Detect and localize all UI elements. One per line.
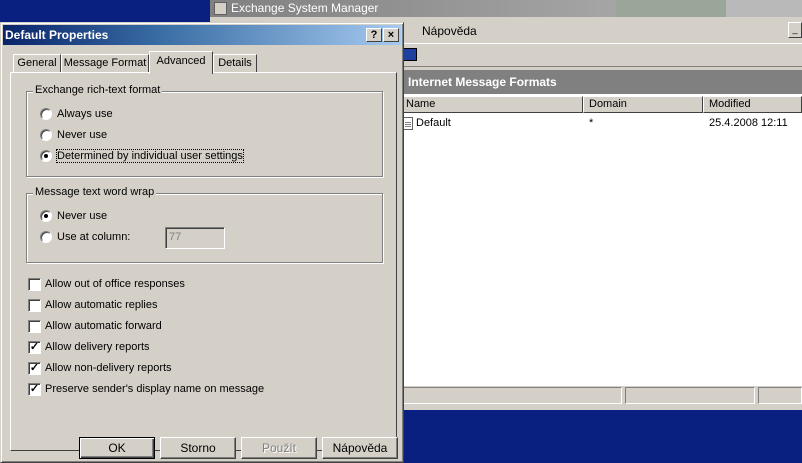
radio-label: Never use <box>57 210 108 222</box>
esm-app-icon <box>214 2 227 15</box>
checkbox-delivery-reports[interactable]: ✓ Allow delivery reports <box>28 340 288 356</box>
radio-button[interactable] <box>40 150 52 162</box>
close-button[interactable]: × <box>383 28 399 42</box>
radio-button[interactable] <box>40 108 52 120</box>
tab-details[interactable]: Details <box>213 54 257 72</box>
checkbox-non-delivery-reports[interactable]: ✓ Allow non-delivery reports <box>28 361 288 377</box>
document-icon <box>403 117 413 130</box>
checkbox[interactable] <box>28 299 41 312</box>
dialog-title: Default Properties <box>5 28 109 42</box>
radio-always-use[interactable]: Always use <box>40 107 240 123</box>
checkbox-label: Allow non-delivery reports <box>45 362 172 374</box>
cancel-button[interactable]: Storno <box>160 437 236 459</box>
row-name: Default <box>416 117 451 129</box>
radio-button[interactable] <box>40 129 52 141</box>
mdi-restore-button[interactable]: _ <box>788 22 802 38</box>
properties-icon[interactable] <box>403 48 417 61</box>
panel-title: Internet Message Formats <box>400 70 802 94</box>
dialog-help-button[interactable]: Nápověda <box>322 437 398 459</box>
radio-use-at-column[interactable]: Use at column: <box>40 230 160 246</box>
checkbox-automatic-replies[interactable]: Allow automatic replies <box>28 298 288 314</box>
message-formats-list[interactable]: Name Domain Modified Default * 25.4.2008… <box>400 94 802 386</box>
close-icon: × <box>387 29 395 41</box>
checkbox-automatic-forward[interactable]: Allow automatic forward <box>28 319 288 335</box>
row-domain: * <box>589 117 594 129</box>
status-pane <box>402 387 622 404</box>
column-header-domain[interactable]: Domain <box>583 96 703 113</box>
radio-user-settings[interactable]: Determined by individual user settings <box>40 149 300 165</box>
row-modified: 25.4.2008 12:11 <box>709 117 788 129</box>
checkbox[interactable] <box>28 320 41 333</box>
column-header-modified[interactable]: Modified <box>703 96 802 113</box>
menu-item-help[interactable]: Nápověda <box>422 24 477 38</box>
checkbox-preserve-display-name[interactable]: ✓ Preserve sender's display name on mess… <box>28 382 328 398</box>
dialog-title-bar: Default Properties ? × <box>3 25 401 45</box>
radio-label: Never use <box>57 129 108 141</box>
esm-title-bar: Exchange System Manager <box>210 0 802 17</box>
list-item[interactable]: Default * 25.4.2008 12:11 <box>400 116 802 132</box>
checkbox-label: Allow automatic forward <box>45 320 162 332</box>
tab-general[interactable]: General <box>13 54 61 72</box>
column-input[interactable]: 77 <box>165 227 225 249</box>
radio-label: Use at column: <box>57 231 131 243</box>
desktop-area <box>0 0 210 16</box>
checkbox-label: Preserve sender's display name on messag… <box>45 383 265 395</box>
column-header-name[interactable]: Name <box>400 96 583 113</box>
checkbox-label: Allow automatic replies <box>45 299 158 311</box>
radio-button[interactable] <box>40 210 52 222</box>
radio-label: Always use <box>57 108 113 120</box>
checkbox[interactable]: ✓ <box>28 362 41 375</box>
title-bar-segment <box>616 0 726 17</box>
status-pane <box>625 387 755 404</box>
radio-never-use-rtf[interactable]: Never use <box>40 128 240 144</box>
status-pane <box>758 387 802 404</box>
checkbox[interactable]: ✓ <box>28 383 41 396</box>
group-label: Exchange rich-text format <box>33 84 163 96</box>
title-bar-segment <box>726 0 802 17</box>
group-label: Message text word wrap <box>33 186 157 198</box>
apply-button[interactable]: Použít <box>241 437 317 459</box>
ok-button[interactable]: OK <box>79 437 155 459</box>
default-properties-dialog: Default Properties ? × General Message F… <box>0 22 404 463</box>
esm-title: Exchange System Manager <box>231 1 379 15</box>
tab-advanced[interactable]: Advanced <box>149 51 213 74</box>
checkbox-label: Allow out of office responses <box>45 278 185 290</box>
checkbox[interactable] <box>28 278 41 291</box>
radio-wrap-never-use[interactable]: Never use <box>40 209 240 225</box>
status-bar <box>400 386 802 406</box>
radio-label: Determined by individual user settings <box>56 149 244 163</box>
radio-button[interactable] <box>40 231 52 243</box>
checkbox[interactable]: ✓ <box>28 341 41 354</box>
tab-message-format[interactable]: Message Format <box>61 54 149 72</box>
checkbox-label: Allow delivery reports <box>45 341 150 353</box>
help-button[interactable]: ? <box>366 28 382 42</box>
checkbox-out-of-office[interactable]: Allow out of office responses <box>28 277 288 293</box>
